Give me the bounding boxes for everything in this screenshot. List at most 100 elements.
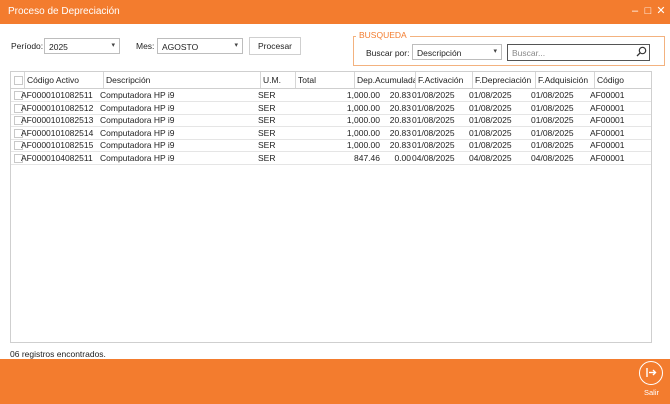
col-codigo[interactable]: Código [595, 72, 651, 88]
cell-total: 847.46 [354, 152, 380, 163]
cell-f-adquisicion: 01/08/2025 [531, 102, 574, 113]
table-row[interactable]: AF0000101082511 Computadora HP i9 SER 1,000… [11, 89, 651, 102]
col-f-depreciacion[interactable]: F.Depreciación [473, 72, 536, 88]
buscar-por-label: Buscar por: [366, 48, 410, 58]
cell-dep-acumulada: 20.83 [389, 127, 411, 138]
cell-um: SER [258, 140, 276, 150]
cell-descripcion: Computadora HP i9 [100, 102, 175, 113]
cell-codigo: AF00001 [590, 90, 625, 100]
exit-label: Salir [644, 388, 660, 397]
cell-codigo: AF00001 [590, 102, 625, 113]
cell-f-activacion: 01/08/2025 [412, 127, 455, 138]
col-total[interactable]: Total [296, 72, 355, 88]
cell-total: 1,000.00 [346, 115, 380, 125]
search-placeholder: Buscar... [512, 48, 546, 58]
cell-codigo-activo: AF0000101082512 [21, 102, 94, 113]
cell-f-depreciacion: 01/08/2025 [469, 140, 512, 150]
cell-f-adquisicion: 04/08/2025 [531, 152, 574, 163]
cell-f-activacion: 01/08/2025 [412, 115, 455, 125]
cell-codigo-activo: AF0000101082514 [21, 127, 94, 138]
cell-codigo: AF00001 [590, 140, 625, 150]
header-checkbox[interactable] [14, 76, 23, 85]
cell-f-adquisicion: 01/08/2025 [531, 90, 574, 100]
window-title: Proceso de Depreciación [8, 6, 120, 17]
busqueda-title: BUSQUEDA [356, 30, 410, 40]
cell-dep-acumulada: 20.83 [389, 102, 411, 113]
table-row[interactable]: AF0000101082515 Computadora HP i9 SER 1,000… [11, 139, 651, 152]
table-row[interactable]: AF0000101082512 Computadora HP i9 SER 1,000… [11, 102, 651, 115]
cell-f-activacion: 04/08/2025 [412, 152, 455, 163]
title-bar: Proceso de Depreciación – □ ✕ [0, 0, 670, 24]
cell-descripcion: Computadora HP i9 [100, 115, 175, 125]
cell-f-activacion: 01/08/2025 [412, 90, 455, 100]
header-select-all[interactable] [11, 72, 25, 88]
cell-descripcion: Computadora HP i9 [100, 152, 175, 163]
periodo-select[interactable]: 2025 ▾ [44, 38, 120, 54]
cell-codigo: AF00001 [590, 152, 625, 163]
mes-select[interactable]: AGOSTO ▾ [157, 38, 243, 54]
cell-dep-acumulada: 20.83 [389, 140, 411, 150]
assets-table: Código Activo Descripción U.M. Total Dep… [10, 71, 652, 343]
buscar-por-value: Descripción [417, 48, 462, 58]
col-dep-acumulada[interactable]: Dep.Acumulada [355, 72, 416, 88]
cell-um: SER [258, 102, 276, 113]
cell-f-depreciacion: 01/08/2025 [469, 115, 512, 125]
chevron-down-icon: ▾ [111, 42, 115, 49]
cell-dep-acumulada: 0.00 [394, 152, 411, 163]
cell-total: 1,000.00 [346, 90, 380, 100]
col-descripcion[interactable]: Descripción [104, 72, 261, 88]
cell-codigo-activo: AF0000101082511 [21, 90, 93, 100]
cell-dep-acumulada: 20.83 [389, 115, 411, 125]
col-codigo-activo[interactable]: Código Activo [25, 72, 104, 88]
cell-um: SER [258, 152, 276, 163]
footer-bar [0, 359, 670, 404]
cell-f-depreciacion: 04/08/2025 [469, 152, 512, 163]
cell-total: 1,000.00 [346, 140, 380, 150]
cell-total: 1,000.00 [346, 102, 380, 113]
cell-um: SER [258, 115, 276, 125]
chevron-down-icon: ▾ [234, 42, 238, 49]
search-icon[interactable] [636, 46, 647, 59]
maximize-icon[interactable]: □ [641, 4, 655, 18]
cell-f-adquisicion: 01/08/2025 [531, 127, 574, 138]
col-um[interactable]: U.M. [261, 72, 296, 88]
cell-codigo: AF00001 [590, 127, 625, 138]
cell-f-depreciacion: 01/08/2025 [469, 90, 512, 100]
cell-um: SER [258, 127, 276, 138]
minimize-icon[interactable]: – [628, 4, 642, 18]
cell-f-adquisicion: 01/08/2025 [531, 140, 574, 150]
cell-codigo: AF00001 [590, 115, 625, 125]
cell-descripcion: Computadora HP i9 [100, 140, 175, 150]
cell-codigo-activo: AF0000101082515 [21, 140, 94, 150]
depreciation-window: Proceso de Depreciación – □ ✕ Período: 2… [0, 0, 670, 404]
procesar-button[interactable]: Procesar [249, 37, 301, 55]
cell-f-activacion: 01/08/2025 [412, 102, 455, 113]
cell-dep-acumulada: 20.83 [389, 90, 411, 100]
periodo-label: Período: [11, 41, 44, 51]
cell-um: SER [258, 90, 276, 100]
periodo-value: 2025 [49, 42, 68, 52]
cell-descripcion: Computadora HP i9 [100, 127, 175, 138]
mes-value: AGOSTO [162, 42, 199, 52]
cell-f-depreciacion: 01/08/2025 [469, 102, 512, 113]
cell-codigo-activo: AF0000101082513 [21, 115, 94, 125]
buscar-por-select[interactable]: Descripción ▾ [412, 44, 502, 60]
col-f-activacion[interactable]: F.Activación [416, 72, 473, 88]
table-row[interactable]: AF0000101082513 Computadora HP i9 SER 1,000… [11, 114, 651, 127]
mes-label: Mes: [136, 41, 155, 51]
cell-f-activacion: 01/08/2025 [412, 140, 455, 150]
search-input[interactable]: Buscar... [507, 44, 650, 61]
chevron-down-icon: ▾ [493, 48, 497, 55]
col-f-adquisicion[interactable]: F.Adquisición [536, 72, 595, 88]
exit-button[interactable] [639, 361, 663, 385]
cell-f-depreciacion: 01/08/2025 [469, 127, 512, 138]
cell-descripcion: Computadora HP i9 [100, 90, 175, 100]
table-row[interactable]: AF0000101082514 Computadora HP i9 SER 1,000… [11, 127, 651, 140]
cell-codigo-activo: AF0000104082511 [21, 152, 93, 163]
table-row[interactable]: AF0000104082511 Computadora HP i9 SER 847.4… [11, 152, 651, 165]
close-icon[interactable]: ✕ [654, 4, 668, 18]
exit-icon [646, 368, 657, 377]
record-count: 06 registros encontrados. [10, 349, 106, 359]
cell-f-adquisicion: 01/08/2025 [531, 115, 574, 125]
cell-total: 1,000.00 [346, 127, 380, 138]
